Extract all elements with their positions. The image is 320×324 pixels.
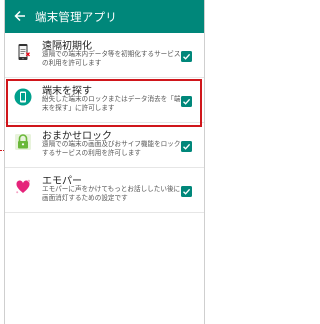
list-item-omakase-lock[interactable]: おまかせロック 遠隔での端末の画面及びおサイフ機能をロックするサービスの利用を許… <box>5 123 204 168</box>
item-description: 遠隔での端末の画面及びおサイフ機能をロックするサービスの利用を許可します <box>42 140 181 157</box>
settings-list: 遠隔初期化 遠隔での端末内データ等を初期化するサービスの利用を許可します 端末を… <box>5 33 204 213</box>
checkbox-emopa[interactable] <box>181 186 192 197</box>
back-button[interactable] <box>5 0 35 33</box>
app-bar: 端末管理アプリ <box>5 0 204 33</box>
page-title: 端末管理アプリ <box>35 9 117 24</box>
checkbox-omakase-lock[interactable] <box>181 141 192 152</box>
checkbox-find-device[interactable] <box>181 96 192 107</box>
checkmark-icon <box>183 188 191 195</box>
find-device-icon <box>14 88 32 106</box>
emopa-heart-icon <box>14 178 32 196</box>
list-item-emopa[interactable]: エモパー エモパーに声をかけてもっとお話ししたい後に画面消灯するための設定です <box>5 168 204 213</box>
arrow-left-icon <box>14 8 26 26</box>
item-description: 遠隔での端末内データ等を初期化するサービスの利用を許可します <box>42 50 181 67</box>
padlock-icon <box>14 133 32 151</box>
smartphone-remote-wipe-icon <box>14 43 32 61</box>
checkmark-icon <box>183 98 191 105</box>
list-item-remote-wipe[interactable]: 遠隔初期化 遠隔での端末内データ等を初期化するサービスの利用を許可します <box>5 33 204 78</box>
checkbox-remote-wipe[interactable] <box>181 51 192 62</box>
callout-marker <box>0 150 4 151</box>
checkmark-icon <box>183 143 191 150</box>
app-window: 端末管理アプリ 遠隔初期化 遠隔での端末内データ等を初期化するサービスの利用を許… <box>4 0 205 324</box>
checkmark-icon <box>183 53 191 60</box>
list-item-find-device[interactable]: 端末を探す 紛失した端末のロックまたはデータ消去を「端末を探す」に許可します <box>5 78 204 123</box>
item-description: 紛失した端末のロックまたはデータ消去を「端末を探す」に許可します <box>42 95 181 112</box>
item-description: エモパーに声をかけてもっとお話ししたい後に画面消灯するための設定です <box>42 185 181 202</box>
